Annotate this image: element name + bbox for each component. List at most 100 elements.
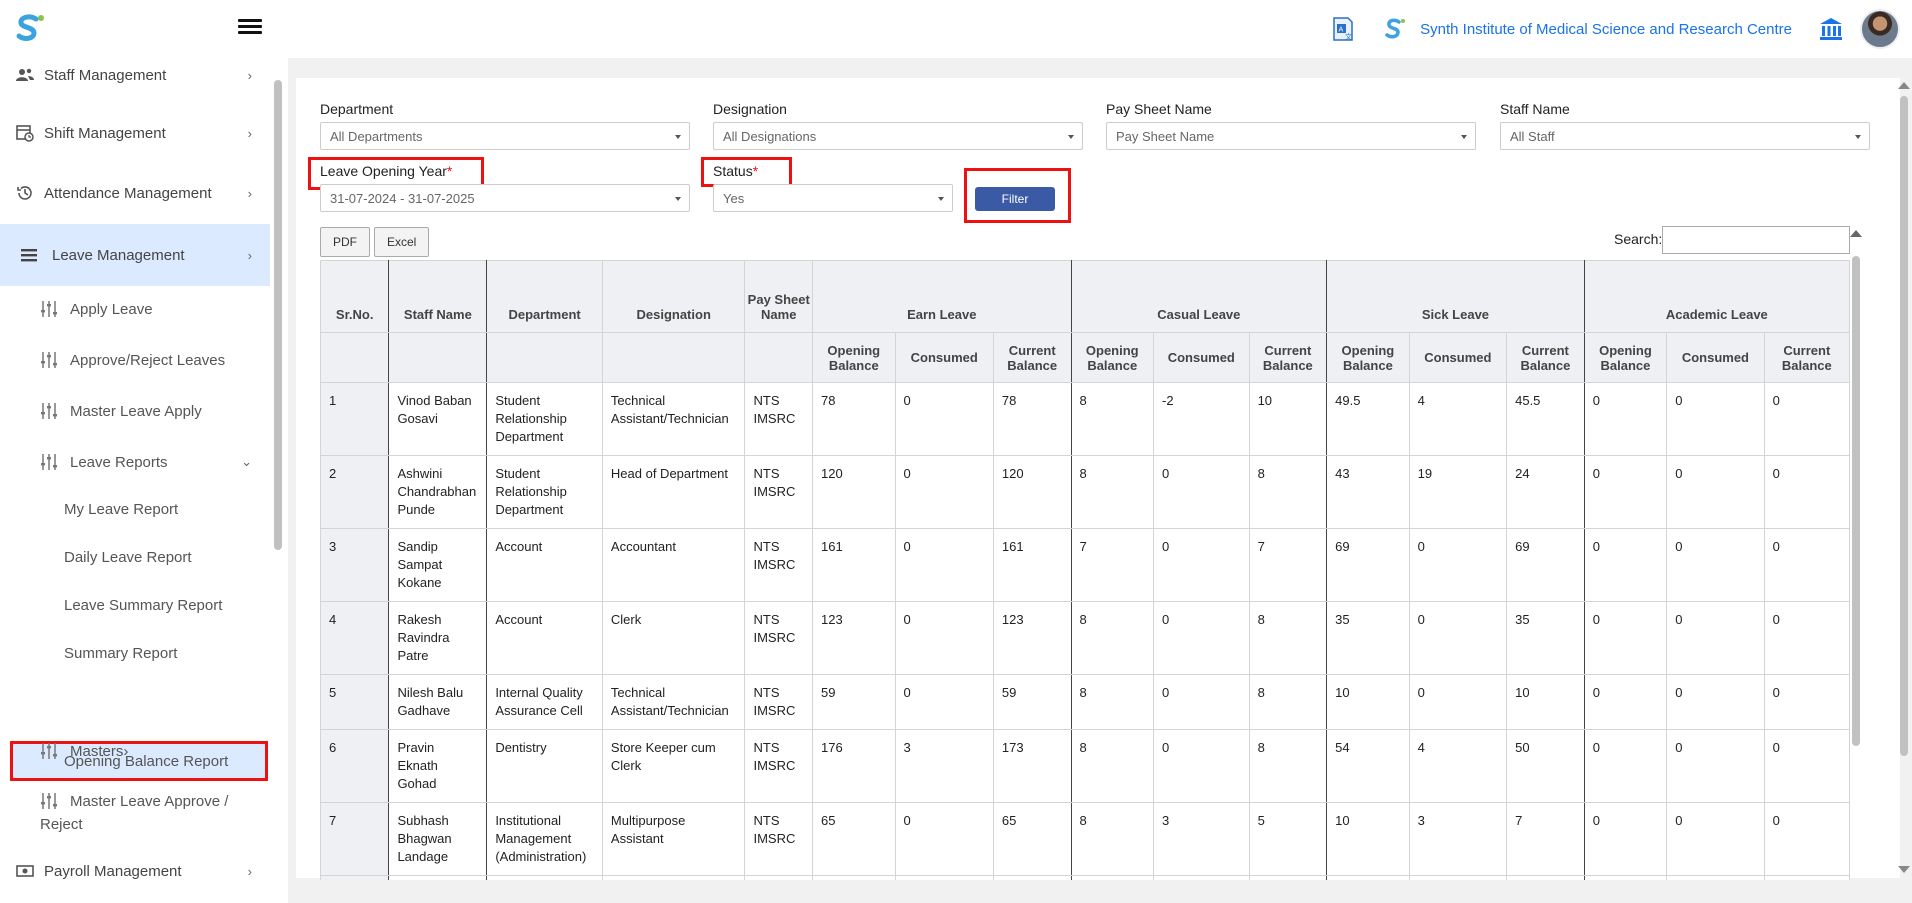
subheader-consumed[interactable]: Consumed	[894, 332, 994, 383]
sidebar-item-master-leave-apply[interactable]: Master Leave Apply	[0, 398, 270, 424]
table-cell: 0	[1666, 528, 1765, 602]
table-cell: 0	[1666, 729, 1765, 803]
menu-toggle-icon[interactable]	[238, 16, 262, 40]
table-cell: 59	[812, 674, 896, 730]
subheader-empty	[601, 332, 746, 383]
table-scroll-up-icon[interactable]	[1850, 230, 1862, 237]
translate-icon[interactable]: A 文	[1328, 15, 1356, 43]
table-cell: 2	[320, 455, 390, 529]
header-sr[interactable]: Sr.No.	[320, 260, 390, 333]
table-cell: 49.5	[1326, 382, 1410, 456]
page-scrollbar[interactable]	[1900, 96, 1908, 756]
table-cell: 0	[1666, 601, 1765, 675]
page-scroll-up-icon[interactable]	[1898, 82, 1910, 89]
institution-icon[interactable]	[1818, 16, 1844, 42]
subheader-opening[interactable]: Opening Balance	[812, 332, 896, 383]
department-select[interactable]: All Departments	[320, 122, 690, 150]
subheader-consumed[interactable]: Consumed	[1153, 332, 1250, 383]
sidebar-item-attendance-management[interactable]: Attendance Management ›	[0, 180, 270, 206]
pdf-button[interactable]: PDF	[320, 227, 370, 257]
excel-button[interactable]: Excel	[374, 227, 430, 257]
sidebar-item-payroll-management[interactable]: Payroll Management ›	[0, 858, 270, 884]
table-cell: 45.5	[1506, 382, 1585, 456]
header-pay-sheet[interactable]: Pay Sheet Name	[744, 260, 814, 333]
search-label: Search:	[1614, 231, 1663, 247]
table-cell: Subhash Bhagwan Landage	[388, 802, 488, 876]
header-designation[interactable]: Designation	[601, 260, 746, 333]
user-avatar[interactable]	[1860, 9, 1900, 49]
chevron-right-icon: ›	[247, 247, 252, 263]
page-scroll-down-icon[interactable]	[1898, 866, 1910, 873]
table-cell: 0	[1408, 601, 1508, 675]
pay-sheet-select[interactable]: Pay Sheet Name	[1106, 122, 1476, 150]
table-cell: Institutional Management (Administration…	[486, 802, 603, 876]
sidebar-item-staff-management[interactable]: Staff Management ›	[0, 62, 270, 88]
subheader-consumed[interactable]: Consumed	[1408, 332, 1508, 383]
table-cell: Student Relationship Department	[486, 455, 603, 529]
subheader-current[interactable]: Current Balance	[1506, 332, 1585, 383]
table-cell: 0	[894, 875, 994, 880]
header-academic-leave: Academic Leave	[1583, 260, 1850, 333]
sidebar-item-label: Approve/Reject Leaves	[70, 351, 226, 369]
sidebar-item-apply-leave[interactable]: Apply Leave	[0, 296, 270, 322]
table-row: 4 Rakesh Ravindra Patre Account Clerk NTS IM…	[320, 601, 1850, 675]
table-cell: 0	[1583, 455, 1668, 529]
sidebar-scrollbar[interactable]	[274, 80, 282, 550]
table-cell: Ashwini Chandrabhan Punde	[388, 455, 488, 529]
sidebar-item-label: Staff Management	[44, 66, 167, 84]
leave-year-select[interactable]: 31-07-2024 - 31-07-2025	[320, 184, 690, 212]
designation-select[interactable]: All Designations	[713, 122, 1083, 150]
table-cell: 0	[1153, 455, 1250, 529]
table-cell: 10	[1326, 802, 1410, 876]
chevron-right-icon: ›	[247, 863, 252, 879]
sidebar-item-leave-summary-report[interactable]: Leave Summary Report	[64, 597, 222, 614]
search-input[interactable]	[1662, 226, 1850, 254]
subheader-current[interactable]: Current Balance	[1763, 332, 1850, 383]
table-cell: 3	[320, 528, 390, 602]
sidebar-item-leave-management[interactable]: Leave Management ›	[0, 224, 270, 286]
status-select[interactable]: Yes	[713, 184, 953, 212]
table-cell: 123	[812, 601, 896, 675]
filter-button[interactable]: Filter	[975, 187, 1055, 211]
status-label-text: Status	[713, 163, 753, 179]
table-cell: 3	[894, 729, 994, 803]
subheader-opening[interactable]: Opening Balance	[1583, 332, 1668, 383]
sidebar-item-masters[interactable]: Masters ›	[0, 738, 270, 764]
designation-label: Designation	[713, 101, 787, 117]
sidebar-item-leave-reports[interactable]: Leave Reports ⌄	[0, 449, 270, 475]
header-staff-name[interactable]: Staff Name	[388, 260, 488, 333]
subheader-current[interactable]: Current Balance	[1248, 332, 1328, 383]
table-cell: 17	[1506, 875, 1585, 880]
subheader-opening[interactable]: Opening Balance	[1326, 332, 1410, 383]
sidebar-item-master-leave-approve[interactable]: Master Leave Approve /	[0, 788, 270, 814]
table-cell: Technical Assistant/Technician	[601, 382, 746, 456]
table-cell: NTS IMSRC	[744, 729, 814, 803]
table-cell: NTS	[744, 875, 814, 880]
table-cell: 0	[1408, 528, 1508, 602]
header-earn-leave: Earn Leave	[812, 260, 1072, 333]
table-cell: 8	[320, 875, 390, 880]
subheader-current[interactable]: Current Balance	[992, 332, 1072, 383]
table-cell: 0	[1583, 528, 1668, 602]
table-cell: 0	[1763, 382, 1850, 456]
table-cell: 0	[1153, 674, 1250, 730]
institute-name[interactable]: Synth Institute of Medical Science and R…	[1420, 21, 1792, 38]
sidebar-item-approve-reject-leaves[interactable]: Approve/Reject Leaves	[0, 347, 270, 373]
table-cell: 69	[1506, 528, 1585, 602]
subheader-opening[interactable]: Opening Balance	[1070, 332, 1155, 383]
staff-name-select[interactable]: All Staff	[1500, 122, 1870, 150]
app-logo-icon[interactable]	[12, 12, 46, 46]
sidebar-item-label: Master Leave Approve /	[70, 792, 229, 810]
subheader-empty	[320, 332, 390, 383]
brand-logo-icon	[1385, 18, 1406, 39]
header-department[interactable]: Department	[486, 260, 603, 333]
table-scrollbar[interactable]	[1852, 256, 1860, 746]
sidebar-item-summary-report[interactable]: Summary Report	[64, 645, 177, 662]
subheader-empty	[388, 332, 488, 383]
sidebar-item-my-leave-report[interactable]: My Leave Report	[64, 501, 178, 518]
sidebar-item-shift-management[interactable]: Shift Management ›	[0, 120, 270, 146]
subheader-consumed[interactable]: Consumed	[1666, 332, 1765, 383]
sidebar-item-daily-leave-report[interactable]: Daily Leave Report	[64, 549, 192, 566]
table-cell: 35	[1326, 601, 1410, 675]
table-cell: 19	[1408, 455, 1508, 529]
